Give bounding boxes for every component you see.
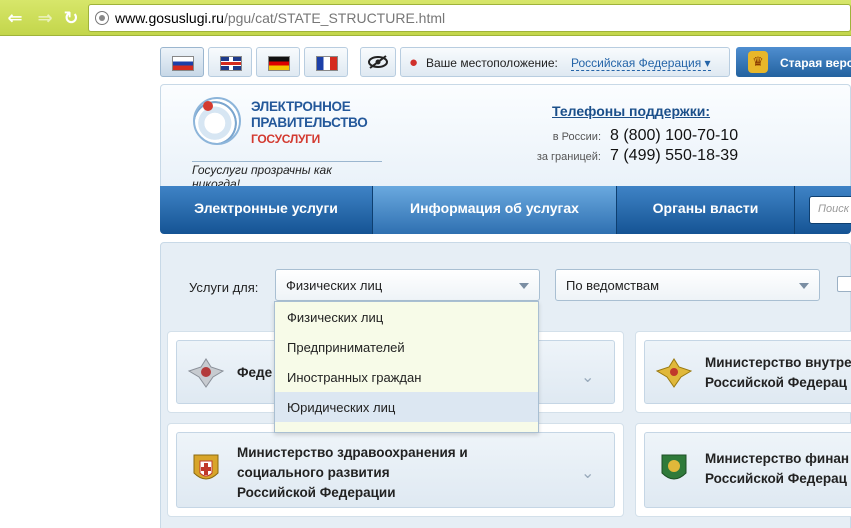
support-phones-title[interactable]: Телефоны поддержки: — [552, 103, 710, 119]
support-russia-phone: 8 (800) 100-70-10 — [610, 127, 739, 144]
dropdown-option-entrepreneurs[interactable]: Предпринимателей — [275, 332, 538, 362]
support-abroad-phone: 7 (499) 550-18-39 — [610, 147, 739, 164]
chevron-down-icon — [799, 283, 809, 289]
browser-toolbar: ⇐ ⇒ ↻ www.gosuslugi.ru/pgu/cat/STATE_STR… — [0, 0, 851, 36]
agency-card-title-line2: Российской Федерац — [705, 375, 847, 390]
chevron-down-icon — [519, 283, 529, 289]
filter-checkbox[interactable] — [837, 276, 851, 292]
support-abroad-label: за границей: — [536, 151, 601, 163]
group-by-value: По ведомствам — [566, 278, 660, 293]
main-menu: Электронные услуги Информация об услугах… — [160, 186, 851, 234]
support-russia-label: в России: — [552, 131, 601, 143]
agency-card-title-line1: Министерство здравоохранения и — [237, 445, 468, 460]
site-header: ЭЛЕКТРОННОЕ ПРАВИТЕЛЬСТВО ГОСУСЛУГИ Госу… — [160, 84, 851, 191]
lang-ru-button[interactable] — [160, 47, 204, 77]
search-input[interactable]: Поиск — [809, 196, 851, 224]
germany-flag-icon — [268, 56, 290, 71]
url-text: www.gosuslugi.ru/pgu/cat/STATE_STRUCTURE… — [115, 10, 445, 26]
agency-card-title-line1: Министерство финан — [705, 451, 850, 466]
logo-line-1: ЭЛЕКТРОННОЕ — [251, 99, 351, 114]
russia-flag-icon — [172, 56, 194, 71]
agency-card-title-line2: социального развития — [237, 465, 390, 480]
location-pin-icon: ● — [409, 54, 419, 71]
card-body: Министерство здравоохранения и социально… — [176, 432, 615, 508]
agency-card-title-line1: Министерство внутре — [705, 355, 851, 370]
location-value-link[interactable]: Российская Федерация ▾ — [571, 56, 711, 71]
old-version-button[interactable]: ♛ Старая верс — [736, 47, 851, 77]
menu-item-authorities[interactable]: Органы власти — [617, 186, 795, 234]
gosuslugi-logo-icon[interactable] — [193, 97, 241, 145]
chevron-down-icon: ⌄ — [581, 369, 595, 386]
agency-card-interior[interactable]: Министерство внутре Российской Федерац — [635, 331, 851, 413]
agency-card-title: Феде — [237, 365, 273, 380]
agency-card-health[interactable]: Министерство здравоохранения и социально… — [167, 423, 624, 517]
chevron-down-icon: ⌄ — [581, 465, 595, 482]
address-bar[interactable]: www.gosuslugi.ru/pgu/cat/STATE_STRUCTURE… — [88, 4, 851, 32]
reload-icon[interactable]: ↻ — [60, 7, 82, 29]
agency-card-finance[interactable]: Министерство финан Российской Федерац — [635, 423, 851, 517]
forward-arrow-icon[interactable]: ⇒ — [34, 7, 56, 29]
agency-card-title-line3: Российской Федерации — [237, 485, 396, 500]
services-for-select[interactable]: Физических лиц — [275, 269, 540, 301]
dropdown-option-foreigners[interactable]: Иностранных граждан — [275, 362, 538, 392]
france-flag-icon — [316, 56, 338, 71]
services-for-dropdown-list: Физических лиц Предпринимателей Иностран… — [274, 301, 539, 433]
agency-emblem-icon — [187, 358, 225, 388]
site-container: ● Ваше местоположение: Российская Федера… — [160, 44, 851, 528]
lang-en-button[interactable] — [208, 47, 252, 77]
lang-de-button[interactable] — [256, 47, 300, 77]
url-path: /pgu/cat/STATE_STRUCTURE.html — [223, 10, 446, 26]
top-strip: ● Ваше местоположение: Российская Федера… — [160, 44, 851, 80]
finance-ministry-emblem-icon — [661, 454, 687, 480]
menu-item-electronic-services[interactable]: Электронные услуги — [160, 186, 373, 234]
card-body: Министерство внутре Российской Федерац — [644, 340, 851, 404]
accessibility-button[interactable] — [360, 47, 396, 77]
web-page: ● Ваше местоположение: Российская Федера… — [0, 36, 851, 528]
services-for-value: Физических лиц — [286, 278, 383, 293]
url-host: www.gosuslugi.ru — [115, 10, 224, 26]
card-body: Министерство финан Российской Федерац — [644, 432, 851, 508]
logo-line-3: ГОСУСЛУГИ — [251, 132, 320, 146]
agency-card-title-line2: Российской Федерац — [705, 471, 847, 486]
logo-line-2: ПРАВИТЕЛЬСТВО — [251, 115, 368, 130]
interior-ministry-emblem-icon — [655, 358, 693, 388]
eye-icon — [368, 55, 388, 69]
back-arrow-icon[interactable]: ⇐ — [4, 7, 26, 29]
dropdown-option-individuals[interactable]: Физических лиц — [275, 302, 538, 332]
health-ministry-emblem-icon — [193, 454, 219, 480]
services-for-label: Услуги для: — [189, 280, 259, 295]
group-by-select[interactable]: По ведомствам — [555, 269, 820, 301]
location-label: Ваше местоположение: — [426, 56, 558, 70]
menu-item-services-info[interactable]: Информация об услугах — [373, 186, 617, 234]
dropdown-option-legal-entities[interactable]: Юридических лиц — [275, 392, 538, 422]
old-version-label: Старая верс — [780, 56, 851, 70]
globe-icon — [95, 11, 109, 25]
location-selector[interactable]: ● Ваше местоположение: Российская Федера… — [400, 47, 730, 77]
lang-fr-button[interactable] — [304, 47, 348, 77]
coat-of-arms-icon: ♛ — [748, 51, 768, 73]
uk-flag-icon — [220, 56, 242, 71]
